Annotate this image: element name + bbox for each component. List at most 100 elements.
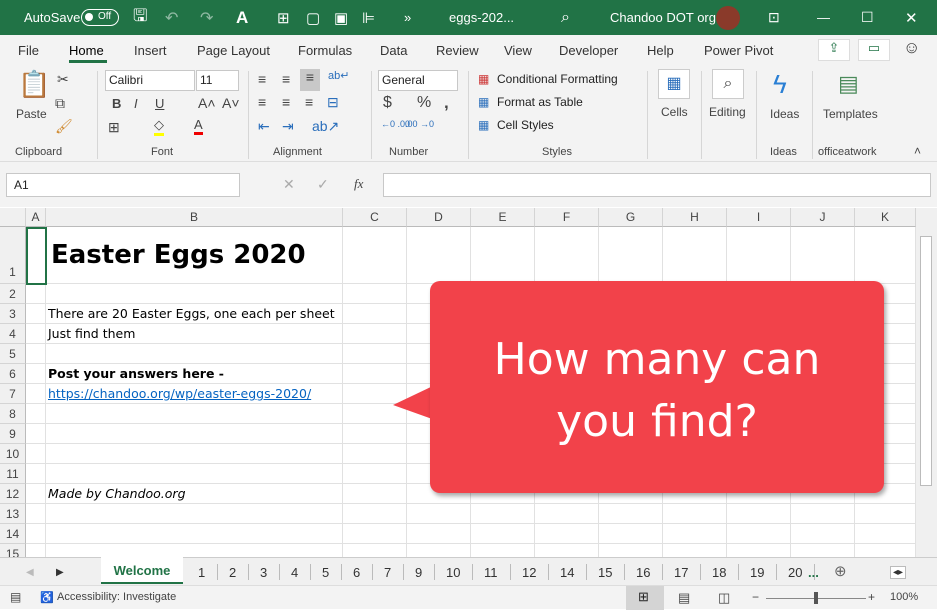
sheet-tab-18[interactable]: 18 <box>712 565 726 580</box>
accessibility-status[interactable]: Accessibility: Investigate <box>57 591 176 603</box>
column-header-a[interactable]: A <box>26 208 46 227</box>
collapse-ribbon-icon[interactable]: ˄ <box>914 144 921 158</box>
sheet-tab-19[interactable]: 19 <box>750 565 764 580</box>
name-box[interactable]: A1 <box>6 173 240 197</box>
borders-icon[interactable]: ⊞ <box>277 9 290 27</box>
decrease-font-icon[interactable]: A˅ <box>222 95 240 111</box>
sheet-tab-7[interactable]: 7 <box>384 565 391 580</box>
font-name-select[interactable]: Calibri <box>105 70 195 91</box>
feedback-smiley-icon[interactable]: ☺ <box>903 38 920 58</box>
column-header-j[interactable]: J <box>791 208 855 227</box>
align-right-icon[interactable]: ≡ <box>305 94 313 110</box>
percent-icon[interactable]: % <box>417 94 431 112</box>
number-format-select[interactable]: General <box>378 70 458 91</box>
textbox-icon[interactable]: ▣ <box>334 9 348 27</box>
row-header-13[interactable]: 13 <box>0 504 26 524</box>
format-painter-icon[interactable]: 🖌 <box>55 118 73 135</box>
sheet-tab-1[interactable]: 1 <box>198 565 205 580</box>
tab-developer[interactable]: Developer <box>559 43 618 58</box>
editing-button[interactable]: Editing <box>709 105 746 119</box>
align-icon[interactable]: ⊫ <box>362 9 375 27</box>
column-header-c[interactable]: C <box>343 208 407 227</box>
paste-button[interactable]: Paste <box>16 107 47 121</box>
cell-b6[interactable]: Post your answers here - <box>48 366 224 381</box>
tab-formulas[interactable]: Formulas <box>298 43 352 58</box>
decrease-decimal-icon[interactable]: .00 →0 <box>405 119 434 129</box>
zoom-out-button[interactable]: − <box>752 590 759 604</box>
ideas-button[interactable]: Ideas <box>770 107 799 121</box>
font-icon[interactable]: A <box>236 8 248 28</box>
align-middle-icon[interactable]: ≡ <box>282 71 290 87</box>
zoom-level[interactable]: 100% <box>890 591 918 603</box>
copy-icon[interactable]: ⧉ <box>55 95 65 112</box>
font-size-select[interactable]: 11 <box>196 70 239 91</box>
row-header-2[interactable]: 2 <box>0 284 26 304</box>
frame-icon[interactable]: ▢ <box>306 9 320 27</box>
decrease-indent-icon[interactable]: ⇤ <box>258 118 270 135</box>
maximize-icon[interactable]: ☐ <box>861 9 874 26</box>
format-as-table-button[interactable]: Format as Table <box>497 95 583 109</box>
font-color-icon[interactable]: A <box>194 117 203 135</box>
minimize-icon[interactable]: — <box>817 10 830 25</box>
cancel-icon[interactable]: ✕ <box>283 176 295 193</box>
column-header-i[interactable]: I <box>727 208 791 227</box>
align-left-icon[interactable]: ≡ <box>258 94 266 110</box>
column-header-b[interactable]: B <box>46 208 343 227</box>
currency-icon[interactable]: $ <box>383 94 392 112</box>
row-header-1[interactable]: 1 <box>0 227 26 284</box>
sheet-tab-17[interactable]: 17 <box>674 565 688 580</box>
page-break-view-icon[interactable]: ◫ <box>718 590 730 606</box>
row-header-7[interactable]: 7 <box>0 384 26 404</box>
sheet-tab-3[interactable]: 3 <box>260 565 267 580</box>
sheet-tab-6[interactable]: 6 <box>353 565 360 580</box>
conditional-formatting-button[interactable]: Conditional Formatting <box>497 72 618 86</box>
tab-home[interactable]: Home <box>69 43 104 58</box>
tab-power-pivot[interactable]: Power Pivot <box>704 43 773 58</box>
row-header-15[interactable]: 15 <box>0 544 26 557</box>
tab-file[interactable]: File <box>18 43 39 58</box>
prev-sheet-icon[interactable]: ◀ <box>26 567 34 578</box>
tab-page-layout[interactable]: Page Layout <box>197 43 270 58</box>
sheet-tab-16[interactable]: 16 <box>636 565 650 580</box>
zoom-slider-thumb[interactable] <box>814 592 818 604</box>
cell-b1[interactable]: Easter Eggs 2020 <box>51 240 306 270</box>
enter-icon[interactable]: ✓ <box>317 176 329 193</box>
column-header-g[interactable]: G <box>599 208 663 227</box>
tab-insert[interactable]: Insert <box>134 43 167 58</box>
row-header-3[interactable]: 3 <box>0 304 26 324</box>
undo-icon[interactable]: ↶ <box>165 8 178 28</box>
sheet-tab-welcome[interactable]: Welcome <box>101 557 183 584</box>
templates-button[interactable]: Templates <box>823 107 878 121</box>
bold-button[interactable]: B <box>112 96 121 111</box>
orientation-icon[interactable]: ab↗ <box>312 118 339 135</box>
sheet-tab-2[interactable]: 2 <box>229 565 236 580</box>
sheet-tab-14[interactable]: 14 <box>560 565 574 580</box>
vertical-scrollbar[interactable] <box>916 208 937 557</box>
comma-style-icon[interactable]: , <box>444 93 449 113</box>
sheet-tab-15[interactable]: 15 <box>598 565 612 580</box>
redo-icon[interactable]: ↷ <box>200 8 213 28</box>
tab-review[interactable]: Review <box>436 43 479 58</box>
search-icon[interactable]: ⌕ <box>561 9 570 27</box>
column-header-h[interactable]: H <box>663 208 727 227</box>
accessibility-icon[interactable]: ♿ <box>40 591 54 604</box>
scroll-tabs-icon[interactable]: ◂▸ <box>890 566 907 579</box>
active-cell-a1[interactable] <box>26 227 47 285</box>
more-sheets[interactable]: ... <box>808 565 819 580</box>
row-header-12[interactable]: 12 <box>0 484 26 504</box>
add-sheet-icon[interactable]: ⊕ <box>834 562 847 580</box>
autosave-toggle[interactable]: Off <box>81 9 119 26</box>
sheet-tab-20[interactable]: 20 <box>788 565 802 580</box>
merge-center-icon[interactable]: ⊟ <box>327 94 339 111</box>
row-header-11[interactable]: 11 <box>0 464 26 484</box>
row-header-9[interactable]: 9 <box>0 424 26 444</box>
cell-b3[interactable]: There are 20 Easter Eggs, one each per s… <box>48 306 335 321</box>
italic-button[interactable]: I <box>134 96 138 111</box>
more-commands-icon[interactable]: » <box>404 10 411 25</box>
save-icon[interactable]: 🖫 <box>133 3 147 32</box>
callout-shape[interactable]: How many can you find? <box>430 281 884 493</box>
cell-b4[interactable]: Just find them <box>48 326 135 341</box>
cell-b12[interactable]: Made by Chandoo.org <box>48 486 186 501</box>
tab-view[interactable]: View <box>504 43 532 58</box>
next-sheet-icon[interactable]: ▶ <box>56 567 64 578</box>
